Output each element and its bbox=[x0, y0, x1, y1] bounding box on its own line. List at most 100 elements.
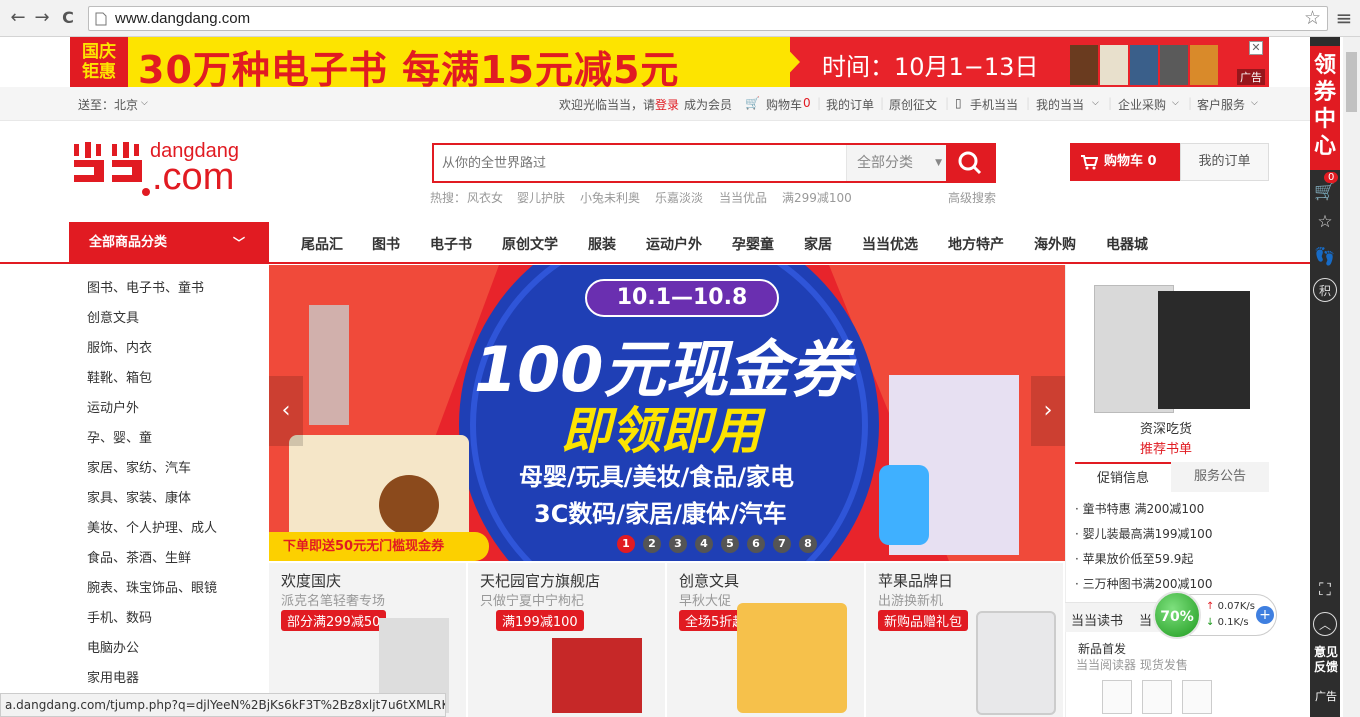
favorite-star-icon[interactable]: ☆ bbox=[1313, 210, 1337, 234]
feedback-button[interactable]: 意见反馈 bbox=[1312, 645, 1340, 675]
float-cart-icon[interactable]: 🛒 bbox=[1313, 180, 1337, 204]
top-ad-banner[interactable]: 国庆 钜惠 30万种电子书 每满15元减5元 时间：10月1−13日 ✕ 广告 bbox=[70, 37, 1269, 92]
search-button[interactable] bbox=[946, 145, 994, 181]
points-icon[interactable]: 积 bbox=[1313, 278, 1337, 302]
hero-next-button[interactable]: › bbox=[1031, 376, 1065, 446]
category-link[interactable]: 食品、茶酒、生鲜 bbox=[87, 547, 191, 566]
back-button[interactable]: ← bbox=[6, 6, 30, 30]
scroll-top-icon[interactable]: ︿ bbox=[1313, 612, 1337, 636]
hot-word-link[interactable]: 乐嘉淡淡 bbox=[655, 189, 703, 206]
dangdang-logo[interactable]: dangdang .com bbox=[72, 140, 272, 200]
promo-list-item[interactable]: · 三万种图书满200减100 bbox=[1075, 575, 1212, 592]
carousel-dot[interactable]: 7 bbox=[773, 535, 791, 553]
nav-item[interactable]: 图书 bbox=[372, 234, 400, 254]
hot-word-link[interactable]: 风衣女 bbox=[467, 189, 503, 206]
category-link[interactable]: 腕表、珠宝饰品、眼镜 bbox=[87, 577, 217, 596]
hot-word-link[interactable]: 满299减100 bbox=[782, 189, 852, 206]
reader-device-image[interactable] bbox=[1182, 680, 1212, 714]
promo-list-item[interactable]: · 婴儿装最高满199减100 bbox=[1075, 525, 1212, 542]
footprint-icon[interactable]: 👣 bbox=[1313, 245, 1337, 269]
mobile-link[interactable]: 手机当当 bbox=[970, 96, 1018, 113]
carousel-dot[interactable]: 6 bbox=[747, 535, 765, 553]
my-orders-link[interactable]: 我的订单 bbox=[826, 96, 874, 113]
tab-promotions[interactable]: 促销信息 bbox=[1075, 462, 1171, 492]
promo-list-item[interactable]: · 童书特惠 满200减100 bbox=[1075, 500, 1204, 517]
new-release-label[interactable]: 新品首发 bbox=[1078, 640, 1126, 657]
hot-word-link[interactable]: 当当优品 bbox=[719, 189, 767, 206]
hot-word-link[interactable]: 婴儿护肤 bbox=[517, 189, 565, 206]
category-link[interactable]: 美妆、个人护理、成人 bbox=[87, 517, 217, 536]
scan-icon[interactable]: ⛶ bbox=[1313, 578, 1337, 602]
hero-promo-strip[interactable]: 下单即送50元无门槛现金券 bbox=[269, 532, 489, 561]
nav-item[interactable]: 服装 bbox=[588, 234, 616, 254]
category-link[interactable]: 运动户外 bbox=[87, 397, 139, 416]
carousel-dot[interactable]: 2 bbox=[643, 535, 661, 553]
search-category-select[interactable]: 全部分类 ▼ bbox=[846, 145, 950, 181]
header-order-button[interactable]: 我的订单 bbox=[1180, 143, 1269, 181]
reader-promo-text[interactable]: 当当阅读器 现货发售 bbox=[1076, 656, 1188, 673]
reader-device-image[interactable] bbox=[1142, 680, 1172, 714]
nav-item[interactable]: 地方特产 bbox=[948, 234, 1004, 254]
nav-item[interactable]: 原创文学 bbox=[502, 234, 558, 254]
nav-item[interactable]: 孕婴童 bbox=[732, 234, 774, 254]
nav-item[interactable]: 运动户外 bbox=[646, 234, 702, 254]
login-link[interactable]: 登录 bbox=[655, 96, 679, 113]
address-bar[interactable]: www.dangdang.com ☆ bbox=[88, 6, 1328, 31]
category-link[interactable]: 家用电器 bbox=[87, 667, 139, 686]
nav-item[interactable]: 家居 bbox=[804, 234, 832, 254]
nav-item[interactable]: 电子书 bbox=[430, 234, 472, 254]
carousel-dot[interactable]: 1 bbox=[617, 535, 635, 553]
my-dangdang-link[interactable]: 我的当当 bbox=[1036, 96, 1084, 113]
promo-list-item[interactable]: · 苹果放价低至59.9起 bbox=[1075, 550, 1193, 567]
carousel-dot[interactable]: 5 bbox=[721, 535, 739, 553]
category-link[interactable]: 服饰、内衣 bbox=[87, 337, 152, 356]
category-link[interactable]: 家居、家纺、汽车 bbox=[87, 457, 191, 476]
book-caption[interactable]: 资深吃货 bbox=[1140, 418, 1192, 437]
search-input[interactable] bbox=[434, 145, 846, 181]
promo-tile-stationery[interactable]: 创意文具 早秋大促 全场5折起 bbox=[667, 563, 865, 717]
hero-carousel[interactable]: 10.1—10.8 100元现金券 即领即用 母婴/玩具/美妆/食品/家电 3C… bbox=[269, 265, 1065, 561]
category-link[interactable]: 图书、电子书、童书 bbox=[87, 277, 204, 296]
cart-link[interactable]: 购物车 bbox=[766, 96, 802, 113]
category-link[interactable]: 电脑办公 bbox=[87, 637, 139, 656]
category-link[interactable]: 孕、婴、童 bbox=[87, 427, 152, 446]
reload-button[interactable]: C bbox=[56, 6, 80, 30]
nav-item[interactable]: 电器城 bbox=[1106, 234, 1148, 254]
book-list-link[interactable]: 推荐书单 bbox=[1140, 438, 1192, 457]
service-link[interactable]: 客户服务 bbox=[1197, 96, 1245, 113]
tab-more[interactable]: 当 bbox=[1139, 610, 1152, 629]
category-link[interactable]: 创意文具 bbox=[87, 307, 139, 326]
category-link[interactable]: 手机、数码 bbox=[87, 607, 152, 626]
promo-tile-goji[interactable]: 天杞园官方旗舰店 只做宁夏中宁枸杞 满199减100 bbox=[468, 563, 666, 717]
category-link[interactable]: 家具、家装、康体 bbox=[87, 487, 191, 506]
deliver-location[interactable]: 送至：北京 bbox=[78, 96, 138, 113]
bookmark-star-icon[interactable]: ☆ bbox=[1304, 7, 1321, 29]
ad-close-button[interactable]: ✕ bbox=[1249, 41, 1263, 55]
coupon-center-button[interactable]: 领 券 中 心 bbox=[1310, 46, 1340, 170]
tab-announcements[interactable]: 服务公告 bbox=[1171, 462, 1269, 492]
enterprise-link[interactable]: 企业采购 bbox=[1118, 96, 1166, 113]
carousel-dot[interactable]: 8 bbox=[799, 535, 817, 553]
nav-item[interactable]: 海外购 bbox=[1034, 234, 1076, 254]
original-link[interactable]: 原创征文 bbox=[889, 96, 937, 113]
advanced-search-link[interactable]: 高级搜索 bbox=[948, 189, 996, 206]
reader-device-image[interactable] bbox=[1102, 680, 1132, 714]
category-link[interactable]: 鞋靴、箱包 bbox=[87, 367, 152, 386]
memory-usage-ball[interactable]: 70% bbox=[1153, 591, 1201, 639]
cart-icon[interactable]: 🛒 bbox=[745, 96, 760, 110]
browser-menu-icon[interactable]: ≡ bbox=[1332, 6, 1356, 30]
all-categories-button[interactable]: 全部商品分类 ﹀ bbox=[69, 222, 269, 264]
nav-item[interactable]: 当当优选 bbox=[862, 234, 918, 254]
hot-word-link[interactable]: 小兔未利奥 bbox=[580, 189, 640, 206]
url-text[interactable]: www.dangdang.com bbox=[115, 10, 250, 27]
scrollbar-thumb[interactable] bbox=[1346, 52, 1357, 112]
promo-tile-apple[interactable]: 苹果品牌日 出游换新机 新购品赠礼包 bbox=[866, 563, 1064, 717]
header-cart-button[interactable]: 购物车 0 bbox=[1070, 143, 1180, 181]
book-cover-image[interactable] bbox=[1158, 291, 1250, 409]
page-scrollbar[interactable] bbox=[1343, 37, 1360, 717]
register-link[interactable]: 成为会员 bbox=[684, 96, 732, 113]
forward-button[interactable]: → bbox=[30, 6, 54, 30]
tab-dangdang-reading[interactable]: 当当读书 bbox=[1071, 610, 1123, 629]
carousel-dot[interactable]: 4 bbox=[695, 535, 713, 553]
nav-item[interactable]: 尾品汇 bbox=[301, 234, 343, 254]
